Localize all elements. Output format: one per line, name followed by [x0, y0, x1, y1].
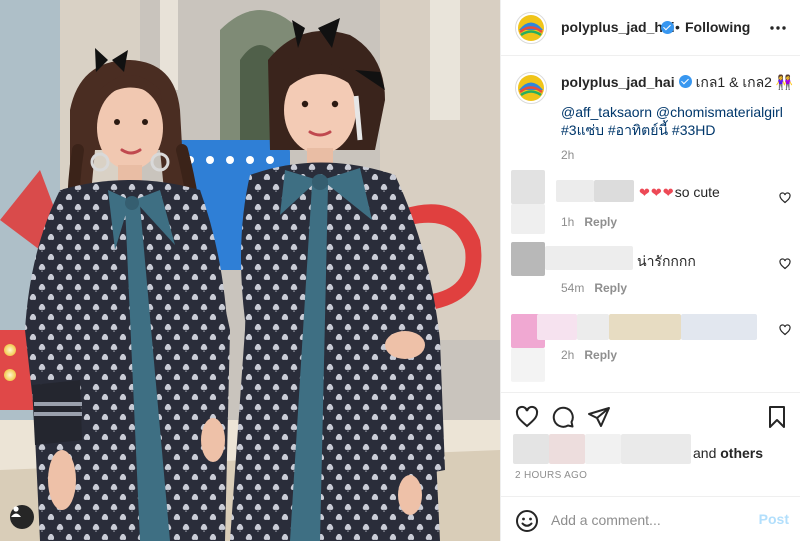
account-avatar[interactable]: [515, 12, 547, 44]
comments-scroll-fade: [501, 380, 800, 390]
comment-like-icon[interactable]: [779, 192, 791, 204]
comment-like-icon[interactable]: [779, 324, 791, 336]
tagged-users-button[interactable]: [10, 505, 34, 529]
comment-username-blur: [556, 180, 594, 202]
caption-time: 2h: [561, 148, 575, 162]
comment-text-blur: [609, 314, 681, 340]
add-comment-bar: Post: [501, 496, 800, 541]
comment-time: 1h: [561, 215, 575, 229]
comment-meta: 54m Reply: [561, 281, 627, 295]
comment-body: น่ารักกกก: [637, 253, 696, 269]
post-details-panel: polyplus_jad_hai • Following polyplus_ja…: [500, 0, 800, 541]
comment-bubble-icon[interactable]: [551, 405, 575, 429]
account-logo-icon: [518, 15, 544, 41]
caption-username[interactable]: polyplus_jad_hai: [561, 74, 675, 90]
comment-username-blur: [594, 180, 634, 202]
comment-time: 2h: [561, 348, 575, 362]
emoji-smile-icon[interactable]: [515, 509, 539, 533]
photo-illustration: [0, 0, 500, 541]
reply-button[interactable]: Reply: [584, 215, 617, 229]
comment-time: 54m: [561, 281, 585, 295]
liker-name-blur: [621, 434, 691, 464]
comment-item: ❤❤❤so cute 1h Reply: [501, 164, 800, 234]
verified-badge-icon: [661, 21, 674, 34]
reply-button[interactable]: Reply: [584, 348, 617, 362]
likes-summary: and others: [501, 432, 800, 466]
comment-username-blur: [537, 314, 577, 340]
post-photo[interactable]: [0, 0, 500, 541]
heart-outline-icon[interactable]: [515, 405, 539, 429]
more-horizontal-icon[interactable]: [769, 20, 787, 36]
comment-username-blur: [545, 246, 633, 270]
likes-and: and: [693, 445, 717, 461]
comment-hearts: ❤❤❤: [639, 185, 675, 200]
likes-text[interactable]: and others: [693, 445, 763, 461]
caption-mentions[interactable]: @aff_taksaorn @chomismaterialgirl: [561, 103, 783, 121]
post-caption: polyplus_jad_hai เกล1 & เกล2 👭 @aff_taksa…: [501, 56, 800, 164]
caption-tags: @aff_taksaorn @chomismaterialgirl #3แซ่บ…: [561, 103, 783, 139]
caption-text: เกล1 & เกล2 👭: [695, 74, 794, 90]
comment-avatar[interactable]: [511, 170, 545, 204]
caption-line: polyplus_jad_hai เกล1 & เกล2 👭: [561, 72, 793, 94]
caption-hashtags[interactable]: #3แซ่บ #อาทิตย์นี้ #33HD: [561, 121, 783, 139]
bookmark-icon[interactable]: [765, 405, 789, 429]
header-separator: •: [675, 19, 680, 35]
liker-avatar-blur: [549, 434, 585, 464]
comment-item: น่ารักกกก 54m Reply: [501, 236, 800, 302]
comment-avatar[interactable]: [511, 242, 545, 276]
user-icon: [11, 506, 21, 517]
comment-meta: 2h Reply: [561, 348, 617, 362]
account-logo-icon: [518, 75, 544, 101]
caption-avatar[interactable]: [515, 72, 547, 104]
comment-avatar-blur: [511, 204, 545, 234]
comment-avatar-blur: [511, 348, 545, 382]
add-comment-input[interactable]: [551, 509, 751, 531]
comment-text-blur: [681, 314, 757, 340]
comment-like-icon[interactable]: [779, 258, 791, 270]
verified-badge-icon: [678, 75, 692, 88]
liker-name-blur: [585, 434, 621, 464]
reply-button[interactable]: Reply: [594, 281, 627, 295]
comment-body: so cute: [674, 184, 720, 200]
comment-meta: 1h Reply: [561, 215, 617, 229]
post-timestamp[interactable]: 2 HOURS AGO: [515, 470, 587, 481]
likes-others[interactable]: others: [720, 445, 763, 461]
following-button[interactable]: Following: [685, 19, 750, 35]
comment-text-blur: [577, 314, 609, 340]
post-comment-button[interactable]: Post: [759, 511, 789, 527]
header-username[interactable]: polyplus_jad_hai: [561, 19, 675, 35]
liker-avatar-blur: [513, 434, 549, 464]
comment-text: ❤❤❤so cute: [639, 184, 720, 201]
post-header: polyplus_jad_hai • Following: [501, 0, 800, 56]
comment-item: 2h Reply: [501, 308, 800, 382]
paper-plane-icon[interactable]: [587, 405, 611, 429]
